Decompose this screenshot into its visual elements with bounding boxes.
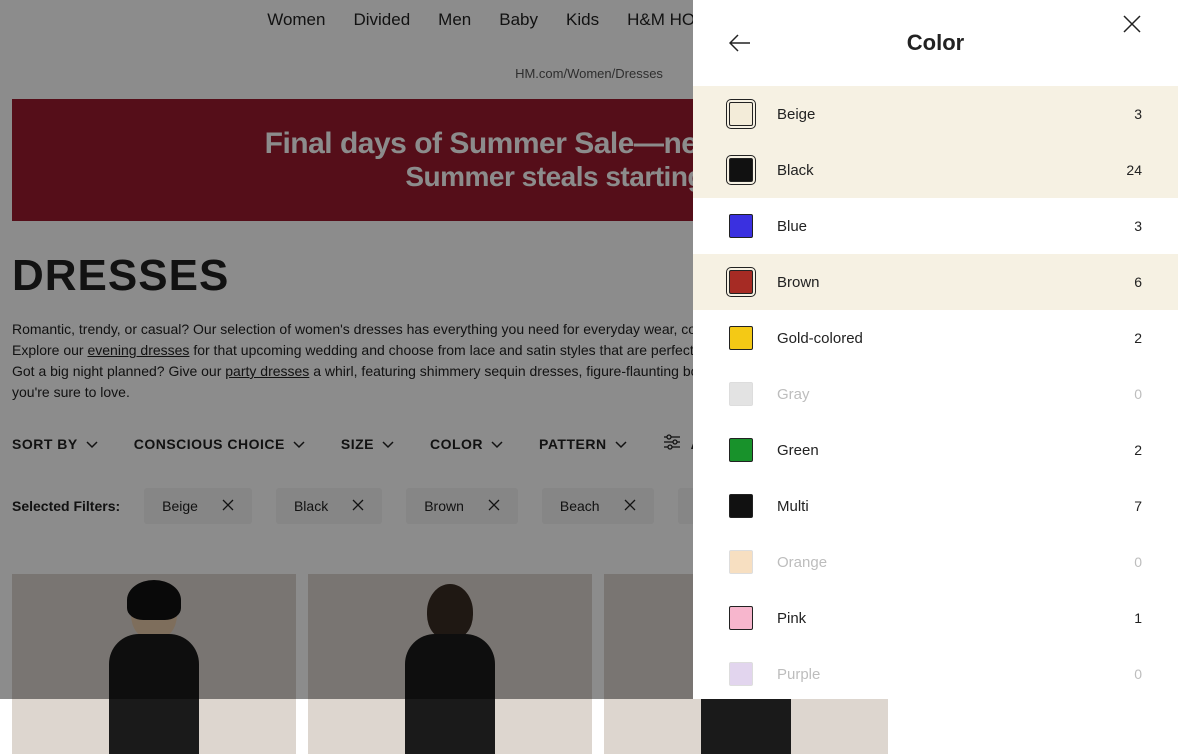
- color-option[interactable]: Brown6: [693, 254, 1178, 310]
- panel-header: Color: [693, 0, 1178, 86]
- color-option: Gray0: [693, 366, 1178, 422]
- color-swatch: [729, 494, 753, 518]
- color-count: 6: [1134, 274, 1142, 290]
- color-name: Black: [777, 162, 1126, 179]
- color-option[interactable]: Black24: [693, 142, 1178, 198]
- color-name: Green: [777, 442, 1134, 459]
- color-option[interactable]: Pink1: [693, 590, 1178, 646]
- color-name: Multi: [777, 498, 1134, 515]
- color-count: 3: [1134, 106, 1142, 122]
- color-count: 3: [1134, 218, 1142, 234]
- color-name: Beige: [777, 106, 1134, 123]
- color-option[interactable]: Beige3: [693, 86, 1178, 142]
- close-button[interactable]: [1122, 14, 1142, 39]
- color-swatch: [729, 270, 753, 294]
- color-name: Gold-colored: [777, 330, 1134, 347]
- color-name: Gray: [777, 386, 1134, 403]
- color-count: 1: [1134, 610, 1142, 626]
- color-option[interactable]: Gold-colored2: [693, 310, 1178, 366]
- color-swatch: [729, 102, 753, 126]
- color-count: 2: [1134, 442, 1142, 458]
- color-name: Brown: [777, 274, 1134, 291]
- color-name: Blue: [777, 218, 1134, 235]
- color-option: Purple0: [693, 646, 1178, 699]
- color-option[interactable]: Green2: [693, 422, 1178, 478]
- color-name: Pink: [777, 610, 1134, 627]
- color-swatch: [729, 214, 753, 238]
- back-button[interactable]: [729, 34, 751, 57]
- color-filter-panel: Color Beige3Black24Blue3Brown6Gold-color…: [693, 0, 1178, 699]
- color-option[interactable]: Multi7: [693, 478, 1178, 534]
- color-swatch: [729, 550, 753, 574]
- color-swatch: [729, 438, 753, 462]
- panel-title: Color: [907, 30, 964, 56]
- color-option: Orange0: [693, 534, 1178, 590]
- color-count: 0: [1134, 666, 1142, 682]
- color-swatch: [729, 326, 753, 350]
- color-count: 0: [1134, 554, 1142, 570]
- color-count: 24: [1126, 162, 1142, 178]
- color-count: 7: [1134, 498, 1142, 514]
- close-icon: [1122, 14, 1142, 34]
- color-option[interactable]: Blue3: [693, 198, 1178, 254]
- color-swatch: [729, 606, 753, 630]
- color-name: Orange: [777, 554, 1134, 571]
- color-name: Purple: [777, 666, 1134, 683]
- color-swatch: [729, 158, 753, 182]
- color-count: 2: [1134, 330, 1142, 346]
- color-swatch: [729, 382, 753, 406]
- color-swatch: [729, 662, 753, 686]
- color-list: Beige3Black24Blue3Brown6Gold-colored2Gra…: [693, 86, 1178, 699]
- color-count: 0: [1134, 386, 1142, 402]
- arrow-left-icon: [729, 34, 751, 52]
